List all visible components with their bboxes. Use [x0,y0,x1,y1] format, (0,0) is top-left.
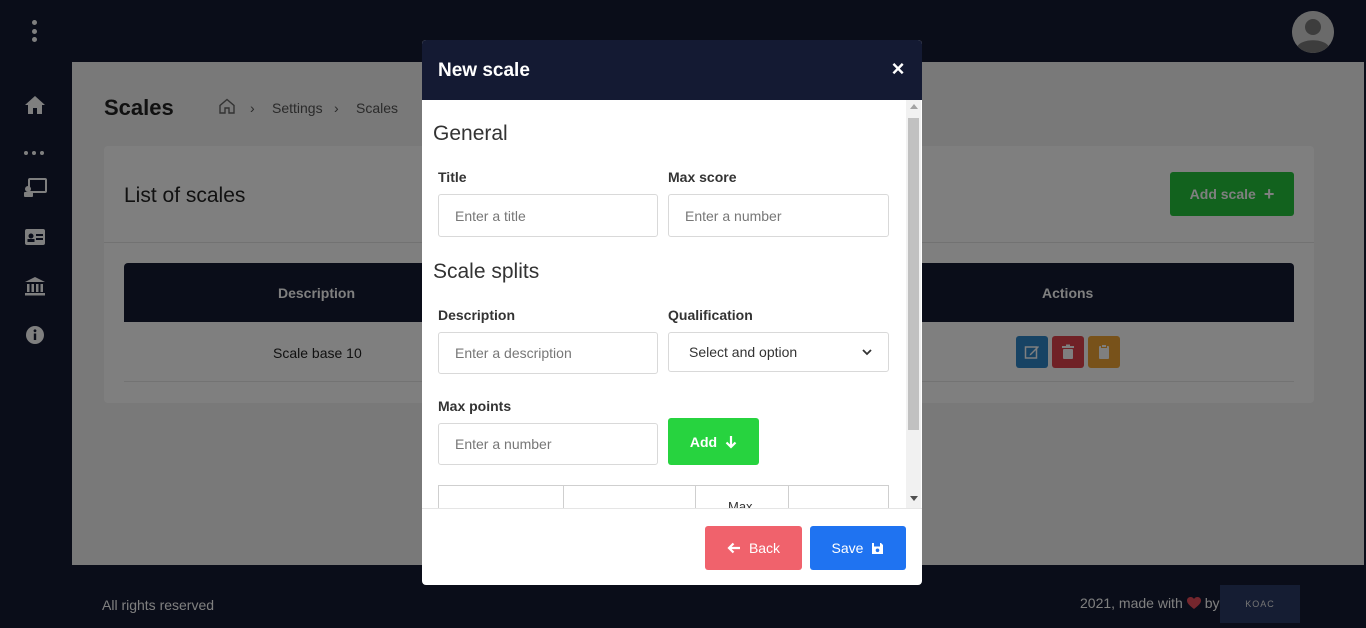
modal-title: New scale [438,60,530,81]
add-split-label: Add [689,433,718,450]
qualification-label: Qualification [668,307,753,323]
save-button[interactable]: Save [810,526,906,570]
modal-header: New scale × [422,40,922,100]
back-label: Back [748,540,781,556]
max-points-input[interactable] [438,423,658,465]
add-split-button[interactable]: Add [668,418,759,465]
title-label: Title [438,169,467,185]
max-points-label: Max points [438,398,512,414]
modal-footer: Back Save [422,508,922,585]
chevron-down-icon [862,348,872,355]
save-label: Save [831,540,864,556]
floppy-disk-icon [872,542,884,554]
splits-table: Max [438,485,889,508]
header-max-points: Max [728,499,753,508]
scroll-down-icon[interactable] [910,496,918,501]
table-column [564,486,696,508]
section-general: General [433,122,508,145]
arrow-down-icon [725,435,737,449]
qualification-select[interactable]: Select and option [668,332,889,372]
max-score-input[interactable] [668,194,889,237]
max-score-label: Max score [668,169,737,185]
modal-body: General Title Max score Scale splits Des… [422,100,922,508]
scroll-thumb[interactable] [908,118,919,430]
new-scale-modal: New scale × General Title Max score Scal… [422,40,922,585]
arrow-left-icon [727,542,740,554]
back-button[interactable]: Back [705,526,802,570]
description-input[interactable] [438,332,658,374]
title-input[interactable] [438,194,658,237]
qualification-value: Select and option [689,344,798,360]
description-label: Description [438,307,516,323]
section-scale-splits: Scale splits [433,260,540,283]
modal-scrollbar[interactable] [906,100,921,508]
scroll-up-icon[interactable] [910,104,918,109]
table-column [439,486,564,508]
close-icon[interactable]: × [890,58,906,80]
